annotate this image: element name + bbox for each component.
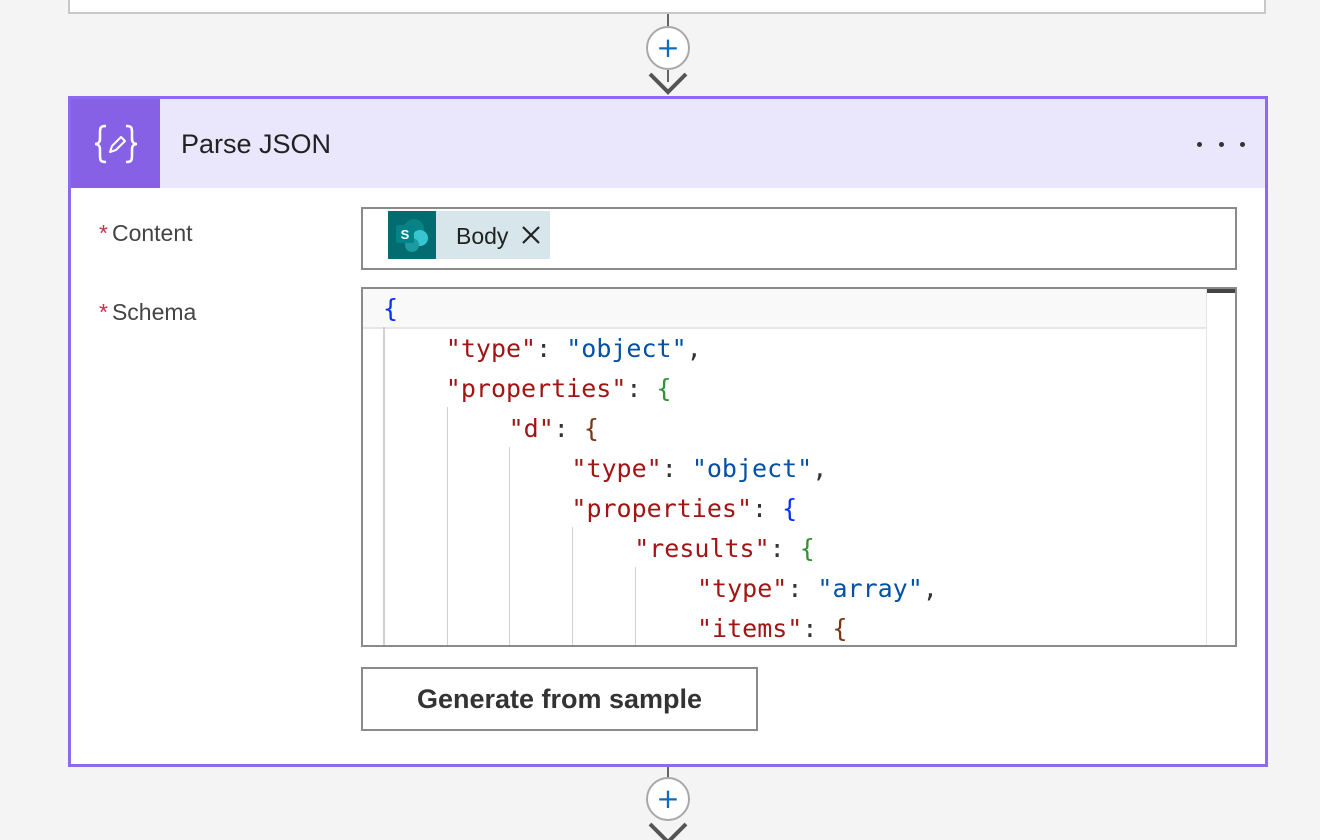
indent-guide — [509, 447, 510, 645]
ellipsis-dot — [1240, 141, 1245, 147]
editor-scrollbar[interactable] — [1206, 289, 1235, 645]
sharepoint-icon: S — [388, 211, 436, 259]
parse-json-action-card[interactable]: Parse JSON * Content S Body * Schema {"… — [68, 96, 1268, 767]
generate-from-sample-button[interactable]: Generate from sample — [361, 667, 758, 731]
indent-guide — [635, 567, 636, 645]
arrow-down-icon — [648, 72, 688, 95]
editor-scrollbar-thumb[interactable] — [1207, 289, 1235, 293]
insert-step-button-bottom[interactable]: + — [646, 777, 690, 821]
plus-icon: + — [656, 31, 680, 64]
indent-guide — [572, 527, 573, 645]
action-title[interactable]: Parse JSON — [181, 129, 331, 160]
insert-step-button-top[interactable]: + — [646, 26, 690, 70]
code-line: "items": { — [697, 614, 848, 643]
code-line: "properties": { — [445, 374, 672, 403]
braces-edit-icon — [71, 99, 160, 188]
indent-guide — [447, 407, 448, 645]
code-line: "type": "object", — [571, 454, 828, 483]
code-line: "results": { — [634, 534, 815, 563]
code-line: "type": "array", — [697, 574, 938, 603]
code-line: { — [383, 294, 399, 323]
plus-icon: + — [656, 782, 680, 815]
more-options-button[interactable] — [1197, 133, 1245, 155]
code-line: "d": { — [508, 414, 599, 443]
required-marker: * — [99, 220, 108, 246]
schema-label: * Schema — [99, 299, 196, 326]
ellipsis-dot — [1197, 141, 1202, 147]
previous-action-card[interactable] — [68, 0, 1266, 14]
card-header[interactable]: Parse JSON — [71, 99, 1265, 188]
close-icon[interactable] — [520, 224, 542, 246]
arrow-down-icon — [648, 822, 688, 840]
current-line-highlight — [363, 289, 1209, 329]
required-marker: * — [99, 299, 108, 325]
content-label-text: Content — [111, 220, 193, 246]
code-line: "properties": { — [571, 494, 798, 523]
svg-text:S: S — [401, 227, 410, 242]
schema-code-editor[interactable]: { "type": "object", "properties": { "d": { "… — [361, 287, 1237, 647]
schema-label-text: Schema — [111, 299, 197, 325]
body-token[interactable]: S Body — [388, 211, 550, 259]
ellipsis-dot — [1218, 141, 1224, 147]
content-label: * Content — [99, 220, 193, 247]
token-label: Body — [456, 223, 509, 249]
code-line: "type": "object", — [445, 334, 702, 363]
content-input[interactable]: S Body — [361, 207, 1237, 270]
indent-guide-root — [383, 327, 385, 645]
